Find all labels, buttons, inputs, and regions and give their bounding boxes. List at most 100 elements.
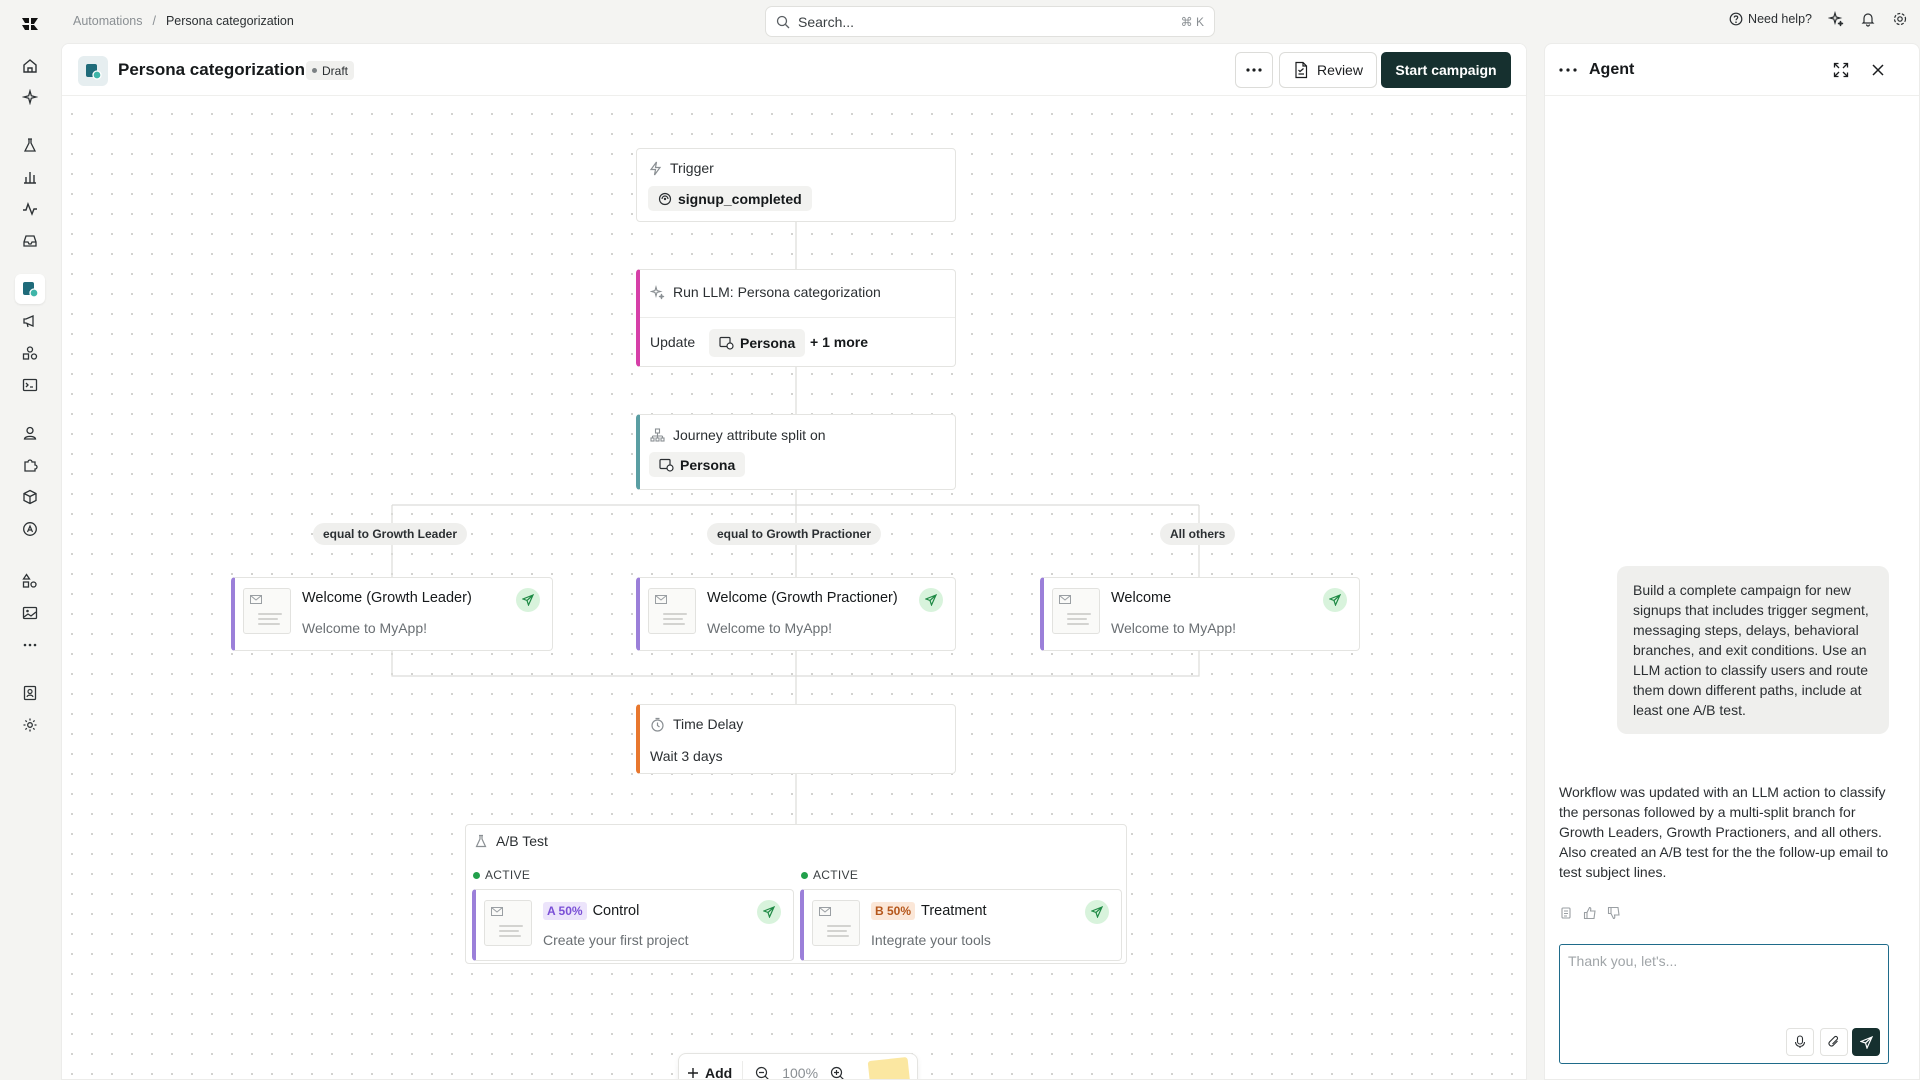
delay-value: Wait 3 days xyxy=(650,748,723,764)
lightning-icon xyxy=(649,161,662,176)
shapes-icon[interactable] xyxy=(18,341,42,365)
ab-test-label: A/B Test xyxy=(496,833,548,849)
variant-status-label: ACTIVE xyxy=(813,868,859,882)
logo-icon[interactable] xyxy=(18,12,42,36)
thumbs-up-icon[interactable] xyxy=(1583,906,1597,920)
breadcrumb-current: Persona categorization xyxy=(165,14,294,28)
send-icon xyxy=(757,900,781,924)
flask-icon xyxy=(474,834,488,848)
message-node[interactable]: Welcome (Growth Leader) Welcome to MyApp… xyxy=(231,577,553,651)
llm-label: Run LLM: Persona categorization xyxy=(673,284,881,300)
contact-icon[interactable] xyxy=(18,681,42,705)
split-attribute-chip[interactable]: Persona xyxy=(649,452,746,477)
active-dot xyxy=(473,871,480,879)
user-icon[interactable] xyxy=(18,421,42,445)
send-icon xyxy=(1859,1035,1873,1049)
message-node[interactable]: Welcome (Growth Practioner) Welcome to M… xyxy=(636,577,956,651)
message-subject: Welcome to MyApp! xyxy=(707,620,833,636)
message-node[interactable]: Welcome Welcome to MyApp! xyxy=(1040,577,1360,651)
settings-icon[interactable] xyxy=(18,713,42,737)
gear-icon[interactable] xyxy=(1892,11,1908,27)
top-right-actions: Need help? xyxy=(1729,11,1908,27)
trigger-node[interactable]: Trigger signup_completed xyxy=(636,148,956,222)
flask-icon[interactable] xyxy=(18,133,42,157)
canvas-toolbar: Add 100% xyxy=(678,1053,918,1080)
more-icon[interactable] xyxy=(18,633,42,657)
split-branch-icon xyxy=(650,427,665,443)
sparkles-icon xyxy=(650,284,665,300)
ab-test-node[interactable]: A/B Test ACTIVE ACTIVE A 50% Control Cre… xyxy=(465,824,1127,964)
variant-split-tag: B 50% xyxy=(871,902,916,920)
sticky-note-icon[interactable] xyxy=(867,1056,911,1079)
message-subject: Welcome to MyApp! xyxy=(302,620,428,636)
variant-subject: Integrate your tools xyxy=(871,932,991,948)
bell-icon[interactable] xyxy=(1860,11,1876,27)
email-preview-thumbnail xyxy=(243,588,291,634)
active-dot xyxy=(801,871,808,879)
llm-attribute-label: Persona xyxy=(740,335,796,351)
agent-panel: Agent Build a complete campaign for new … xyxy=(1544,43,1920,1080)
branch-condition-label[interactable]: All others xyxy=(1160,523,1236,545)
branch-condition-label[interactable]: equal to Growth Practioner xyxy=(707,523,882,545)
email-preview-thumbnail xyxy=(1052,588,1100,634)
expand-icon[interactable] xyxy=(1833,62,1849,78)
send-message-button[interactable] xyxy=(1852,1028,1880,1056)
help-circle-icon xyxy=(1729,12,1743,26)
delay-label: Time Delay xyxy=(673,716,744,732)
agent-reply: Workflow was updated with an LLM action … xyxy=(1559,784,1889,880)
breadcrumb: Automations / Persona categorization xyxy=(73,14,294,28)
activity-icon[interactable] xyxy=(18,197,42,221)
workflow-canvas[interactable]: Persona categorization Draft Review Star… xyxy=(61,43,1527,1080)
split-header: Journey attribute split on xyxy=(650,427,826,443)
agent-message-input[interactable] xyxy=(1568,953,1878,1013)
email-preview-thumbnail xyxy=(484,900,532,946)
llm-node[interactable]: Run LLM: Persona categorization Update P… xyxy=(636,269,956,367)
more-icon[interactable] xyxy=(1559,68,1577,72)
trigger-event-label: signup_completed xyxy=(678,190,802,207)
puzzle-icon[interactable] xyxy=(18,453,42,477)
ai-sparkles-icon[interactable] xyxy=(1828,11,1844,27)
time-delay-node[interactable]: Time Delay Wait 3 days xyxy=(636,704,956,774)
llm-attribute-chip[interactable]: Persona xyxy=(709,329,806,357)
variant-status: ACTIVE xyxy=(473,868,530,882)
apps-icon[interactable] xyxy=(18,569,42,593)
variant-message-node[interactable]: B 50% Treatment Integrate your tools xyxy=(800,889,1122,961)
ab-test-header: A/B Test xyxy=(474,833,548,849)
bar-chart-icon[interactable] xyxy=(18,165,42,189)
inbox-icon[interactable] xyxy=(18,229,42,253)
envelope-icon xyxy=(819,907,831,916)
message-feedback xyxy=(1559,906,1621,920)
badge-icon[interactable] xyxy=(18,517,42,541)
microphone-button[interactable] xyxy=(1786,1028,1814,1056)
variant-name: Control xyxy=(592,903,640,919)
copy-icon[interactable] xyxy=(1559,906,1573,920)
zoom-in-icon[interactable] xyxy=(830,1066,845,1079)
variant-message-node[interactable]: A 50% Control Create your first project xyxy=(472,889,794,961)
image-icon[interactable] xyxy=(18,601,42,625)
megaphone-icon[interactable] xyxy=(18,309,42,333)
branch-condition-label[interactable]: equal to Growth Leader xyxy=(313,523,468,545)
split-node[interactable]: Journey attribute split on Persona xyxy=(636,414,956,490)
llm-more-link[interactable]: + 1 more xyxy=(810,334,868,350)
zoom-level: 100% xyxy=(782,1065,819,1080)
workflow-icon[interactable] xyxy=(15,274,45,304)
attach-button[interactable] xyxy=(1820,1028,1848,1056)
thumbs-down-icon[interactable] xyxy=(1607,906,1621,920)
email-preview-thumbnail xyxy=(648,588,696,634)
llm-update-label: Update xyxy=(650,334,696,350)
add-node-button[interactable]: Add xyxy=(687,1061,744,1079)
help-button[interactable]: Need help? xyxy=(1729,12,1812,26)
home-icon[interactable] xyxy=(18,54,42,78)
zoom-out-icon[interactable] xyxy=(755,1066,770,1079)
cube-icon[interactable] xyxy=(18,485,42,509)
llm-header: Run LLM: Persona categorization xyxy=(650,284,881,300)
trigger-event-chip[interactable]: signup_completed xyxy=(648,186,812,211)
search-input[interactable]: Search... ⌘ K xyxy=(765,6,1215,37)
close-icon[interactable] xyxy=(1871,63,1885,77)
terminal-icon[interactable] xyxy=(18,373,42,397)
send-icon xyxy=(919,588,943,612)
top-bar: Automations / Persona categorization Sea… xyxy=(61,0,1920,43)
breadcrumb-automations[interactable]: Automations xyxy=(73,14,142,28)
variant-name: Treatment xyxy=(921,903,987,919)
sparkles-icon[interactable] xyxy=(18,85,42,109)
